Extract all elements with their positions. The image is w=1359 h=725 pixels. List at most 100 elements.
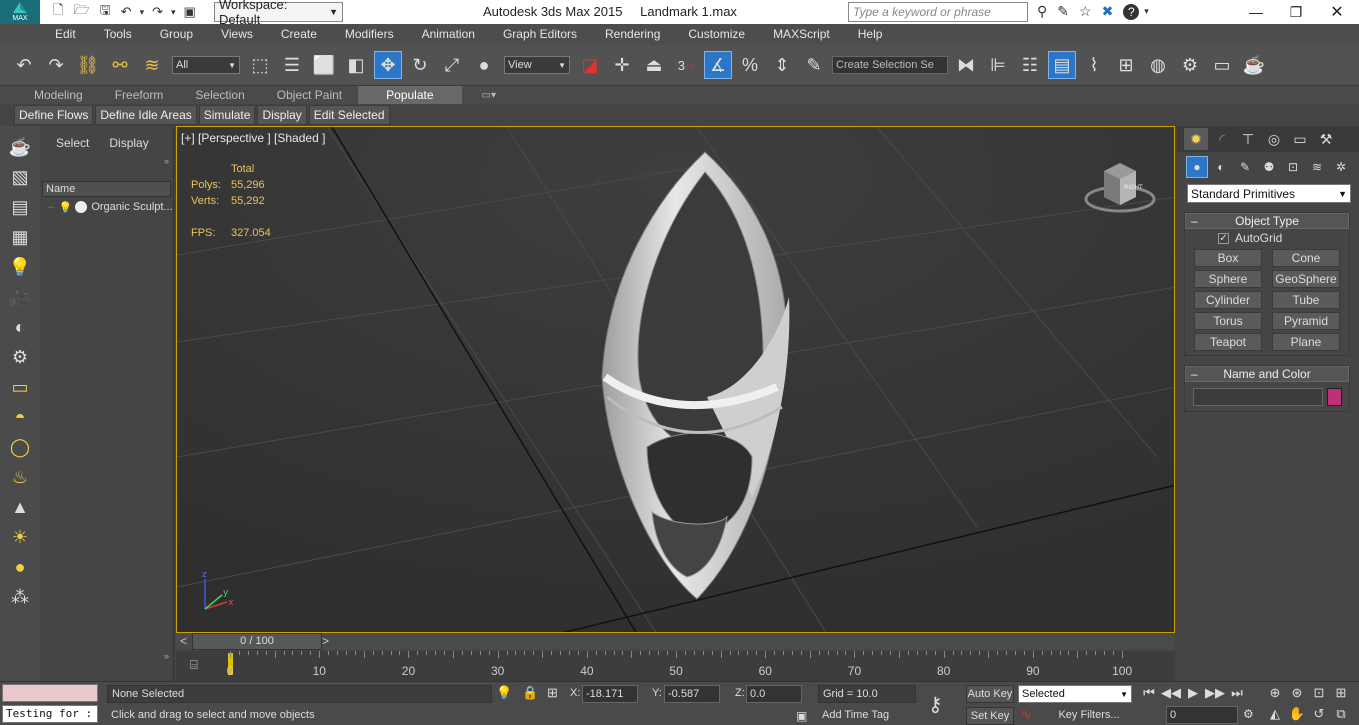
y-coordinate-input[interactable]: -0.587 <box>664 685 720 703</box>
simulate-button[interactable]: Simulate <box>198 105 256 125</box>
box-icon[interactable]: ▭ <box>5 374 35 400</box>
utilities-tab-icon[interactable]: ⚒ <box>1314 128 1338 150</box>
tab-selection[interactable]: Selection <box>179 86 260 104</box>
menu-create[interactable]: Create <box>281 24 331 45</box>
rendered-frame-window-icon[interactable]: ▭ <box>1208 51 1236 79</box>
cone-button[interactable]: Cone <box>1272 249 1340 267</box>
sphere-button[interactable]: Sphere <box>1194 270 1262 288</box>
window-crossing-icon[interactable]: ◧ <box>342 51 370 79</box>
time-slider-next-icon[interactable]: > <box>322 634 329 648</box>
helpers-icon[interactable]: ⊡ <box>1282 156 1304 178</box>
teapot-icon[interactable]: ☕ <box>5 134 35 160</box>
z-coordinate-input[interactable]: 0.0 <box>746 685 802 703</box>
zoom-all-icon[interactable]: ⊛ <box>1286 684 1308 702</box>
toggle-ribbon-icon[interactable]: ▤ <box>1048 51 1076 79</box>
redo-icon[interactable]: ↷ <box>42 51 70 79</box>
menu-help[interactable]: Help <box>858 24 897 45</box>
time-tag-icon[interactable]: ▣ <box>796 709 807 723</box>
set-keys-key-icon[interactable]: ⚷ <box>928 692 943 717</box>
zoom-extents-all-icon[interactable]: ⊞ <box>1330 684 1352 702</box>
teapot-object-icon[interactable]: ♨ <box>5 464 35 490</box>
table-icon[interactable]: ▦ <box>5 224 35 250</box>
render-production-icon[interactable]: ☕ <box>1240 51 1268 79</box>
named-selection-set-input[interactable]: Create Selection Se <box>832 56 948 74</box>
plane-button[interactable]: Plane <box>1272 333 1340 351</box>
display-button[interactable]: Display <box>257 105 307 125</box>
menu-customize[interactable]: Customize <box>688 24 759 45</box>
hemisphere-icon[interactable]: ◓ <box>5 404 35 430</box>
save-file-icon[interactable]: 🖫 <box>100 1 111 23</box>
scene-tab-display[interactable]: Display <box>109 136 148 150</box>
sphere-icon[interactable]: ◯ <box>5 434 35 460</box>
menu-tools[interactable]: Tools <box>104 24 146 45</box>
geometry-icon[interactable]: ● <box>1186 156 1208 178</box>
menu-group[interactable]: Group <box>160 24 207 45</box>
orbit-icon[interactable]: ↺ <box>1308 705 1330 723</box>
space-warp-icon[interactable]: ⚙ <box>5 344 35 370</box>
create-tab-icon[interactable]: ✹ <box>1184 128 1208 150</box>
menu-edit[interactable]: Edit <box>55 24 90 45</box>
select-and-link-icon[interactable]: ⛓ <box>74 51 102 79</box>
select-and-rotate-icon[interactable]: ↻ <box>406 51 434 79</box>
new-file-icon[interactable]: 🗋 <box>53 1 63 23</box>
x-coordinate-input[interactable]: -18.171 <box>582 685 638 703</box>
light-bulb-icon[interactable]: 💡 <box>5 254 35 280</box>
restore-icon[interactable]: ❐ <box>1276 4 1316 21</box>
particles-icon[interactable]: ⁂ <box>5 584 35 610</box>
define-idle-areas-button[interactable]: Define Idle Areas <box>95 105 197 125</box>
document-icon[interactable]: ▤ <box>5 194 35 220</box>
close-icon[interactable]: ✕ <box>1316 2 1358 22</box>
define-flows-button[interactable]: Define Flows <box>14 105 94 125</box>
cameras-icon[interactable]: ⚉ <box>1258 156 1280 178</box>
search-binoculars-icon[interactable]: ⚲ <box>1037 3 1047 20</box>
go-to-start-icon[interactable]: ⏮ <box>1138 684 1160 702</box>
tab-modeling[interactable]: Modeling <box>18 86 99 104</box>
select-manipulate-icon[interactable]: ✛ <box>608 51 636 79</box>
workspace-dropdown[interactable]: Workspace: Default ▼ <box>214 0 343 27</box>
pyramid-button[interactable]: Pyramid <box>1272 312 1340 330</box>
helper-icon[interactable]: ◐ <box>5 314 35 340</box>
align-icon[interactable]: ⊫ <box>984 51 1012 79</box>
field-of-view-icon[interactable]: ◭ <box>1264 705 1286 723</box>
cylinder-button[interactable]: Cylinder <box>1194 291 1262 309</box>
open-file-icon[interactable]: 🗁 <box>73 1 89 23</box>
select-and-move-icon[interactable]: ✥ <box>374 51 402 79</box>
default-tangent-icon[interactable]: ∿ <box>1020 706 1032 723</box>
previous-frame-icon[interactable]: ◀◀ <box>1160 684 1182 702</box>
cone-icon[interactable]: ▲ <box>5 494 35 520</box>
schematic-view-icon[interactable]: ⊞ <box>1112 51 1140 79</box>
rectangular-selection-icon[interactable]: ⬜ <box>310 51 338 79</box>
lights-icon[interactable]: ✎ <box>1234 156 1256 178</box>
geosphere-button[interactable]: GeoSphere <box>1272 270 1340 288</box>
light-bulb-icon[interactable]: 💡 <box>59 201 73 214</box>
place-icon[interactable]: ● <box>470 51 498 79</box>
edit-named-selection-icon[interactable]: ✎ <box>800 51 828 79</box>
render-image-icon[interactable]: ▧ <box>5 164 35 190</box>
expand-icon[interactable]: » <box>164 156 169 166</box>
redo-icon[interactable]: ↷ <box>152 4 163 20</box>
shapes-icon[interactable]: ◐ <box>1210 156 1232 178</box>
motion-tab-icon[interactable]: ◎ <box>1262 128 1286 150</box>
menu-maxscript[interactable]: MAXScript <box>773 24 844 45</box>
play-icon[interactable]: ▶ <box>1182 684 1204 702</box>
zoom-extents-icon[interactable]: ⊡ <box>1308 684 1330 702</box>
percent-snap-icon[interactable]: % <box>736 51 764 79</box>
snaps-toggle-icon[interactable]: 3 ∩ <box>672 51 700 79</box>
pivot-center-icon[interactable]: ◪ <box>576 51 604 79</box>
menu-modifiers[interactable]: Modifiers <box>345 24 408 45</box>
reference-coordinate-dropdown[interactable]: View ▼ <box>504 56 570 74</box>
time-configuration-icon[interactable]: ⚙ <box>1243 707 1254 721</box>
auto-key-button[interactable]: Auto Key <box>966 685 1014 703</box>
help-icon[interactable]: ? <box>1123 3 1140 20</box>
undo-dropdown-icon[interactable]: ▾ <box>140 7 145 18</box>
layer-manager-icon[interactable]: ☷ <box>1016 51 1044 79</box>
bind-space-warp-icon[interactable]: ≋ <box>138 51 166 79</box>
time-slider[interactable]: < 0 / 100 > <box>176 633 1175 650</box>
key-filters-button[interactable]: Key Filters... <box>1046 707 1132 725</box>
selection-lock-icon[interactable]: 🔒 <box>522 685 538 701</box>
project-folder-icon[interactable]: ▣ <box>184 4 196 20</box>
key-mode-dropdown[interactable]: Selected ▼ <box>1018 685 1132 703</box>
redo-dropdown-icon[interactable]: ▾ <box>171 7 176 18</box>
menu-graph-editors[interactable]: Graph Editors <box>503 24 591 45</box>
help-dropdown-icon[interactable]: ▾ <box>1144 6 1149 17</box>
